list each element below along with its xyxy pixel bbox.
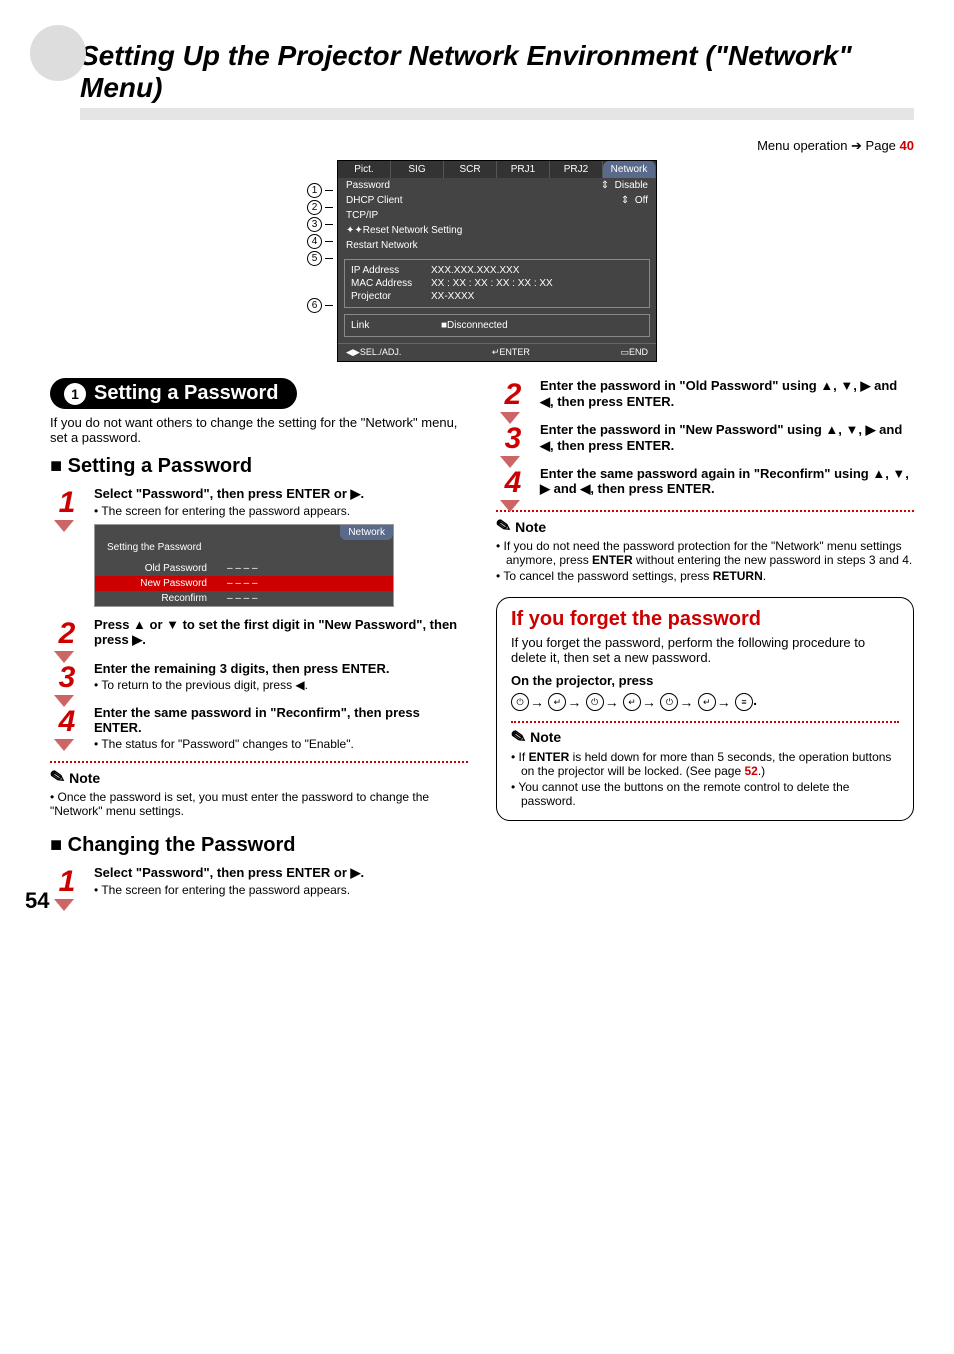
fnote-b2: You cannot use the buttons on the remote… [518,780,849,808]
row-tcpip: TCP/IP [346,210,378,221]
row-password-val: Disable [615,180,648,191]
menu-operation-ref: Menu operation ➔ Page 40 [50,138,914,154]
standby-icon: ⏻ [586,693,604,711]
step1-sub: • The screen for entering the password a… [94,504,468,518]
enter-icon: ↵ [698,693,716,711]
note-body-right: • If you do not need the password protec… [496,539,914,583]
enter-icon: ↵ [623,693,641,711]
note-icon: ✎ [509,726,528,749]
subhead-setting: ■ Setting a Password [50,455,468,478]
menu-op-text: Menu operation ➔ Page [757,138,899,153]
step3-num: 3 [50,661,84,695]
info-proj-k: Projector [351,291,431,302]
section-pill: 1 Setting a Password [50,378,297,409]
row-reset: Reset Network Setting [363,225,463,236]
page-number: 54 [25,888,49,914]
section-intro: If you do not want others to change the … [50,415,468,445]
step3-title: Enter the remaining 3 digits, then press… [94,661,468,676]
pwbox-reconfirm-val: – – – – [227,593,258,604]
rstep3-title: Enter the password in "New Password" usi… [540,422,914,454]
info-mac-k: MAC Address [351,278,431,289]
cstep1-num: 1 [50,865,84,899]
info-ip-v: XXX.XXX.XXX.XXX [431,265,519,276]
step3-sub: • To return to the previous digit, press… [94,678,468,692]
row-dhcp-val: Off [635,195,648,206]
tab-pict: Pict. [338,161,391,178]
pill-text: Setting a Password [94,382,279,405]
fnote-b1: If ENTER is held down for more than 5 se… [519,750,892,778]
decorative-circle [30,25,86,81]
menu-screenshot: Pict. SIG SCR PRJ1 PRJ2 Network Password… [337,160,657,362]
note-head-left: ✎Note [50,767,468,788]
note-head-right: ✎Note [496,516,914,537]
standby-icon: ⏻ [511,693,529,711]
rstep2-title: Enter the password in "Old Password" usi… [540,378,914,410]
step4-title: Enter the same password in "Reconfirm", … [94,705,468,735]
step2-num: 2 [50,617,84,651]
title-underline [80,108,914,120]
menu-icon: ≡ [735,693,753,711]
footer-enter: ENTER [499,347,530,357]
pwbox-old: Old Password [107,563,227,574]
pwbox-reconfirm: Reconfirm [107,593,227,604]
pwbox-tab: Network [340,525,393,540]
note-icon: ✎ [494,515,513,538]
forget-seq-head: On the projector, press [511,673,899,688]
page-title: Setting Up the Projector Network Environ… [80,40,914,104]
rnote-b2: To cancel the password settings, press R… [503,569,766,583]
tab-prj2: PRJ2 [550,161,603,178]
tab-sig: SIG [391,161,444,178]
standby-icon: ⏻ [660,693,678,711]
forget-note-title: Note [530,729,561,745]
note-body-left: • Once the password is set, you must ent… [50,790,468,818]
row-password: Password [346,180,601,191]
info-proj-v: XX-XXXX [431,291,474,302]
pwbox-title: Setting the Password [95,540,393,555]
rnote-b1: If you do not need the password protecti… [504,539,913,567]
button-sequence: ⏻→ ↵→ ⏻→ ↵→ ⏻→ ↵→ ≡. [511,692,899,711]
footer-end: END [629,347,648,357]
link-k: Link [351,320,441,331]
info-ip-k: IP Address [351,265,431,276]
forget-intro: If you forget the password, perform the … [511,635,899,665]
note-title-left: Note [69,770,100,786]
note-icon: ✎ [48,766,67,789]
subhead-setting-text: Setting a Password [68,455,253,477]
row-restart: Restart Network [346,240,418,251]
footer-sel: SEL./ADJ. [360,347,402,357]
menu-op-page: 40 [900,138,914,153]
cstep1-sub: • The screen for entering the password a… [94,883,468,897]
subhead-changing-text: Changing the Password [68,834,296,856]
pwbox-new: New Password [107,578,227,589]
forget-title: If you forget the password [511,608,899,631]
tab-network: Network [603,161,656,178]
note-head-forget: ✎Note [511,727,899,748]
row-dhcp: DHCP Client [346,195,621,206]
tab-prj1: PRJ1 [497,161,550,178]
step4-num: 4 [50,705,84,751]
link-v: Disconnected [447,320,508,331]
enter-icon: ↵ [548,693,566,711]
note-title-right: Note [515,519,546,535]
forget-box: If you forget the password If you forget… [496,597,914,821]
step1-num: 1 [50,486,84,607]
rstep3-num: 3 [496,422,530,456]
info-mac-v: XX : XX : XX : XX : XX : XX [431,278,553,289]
subhead-changing: ■ Changing the Password [50,834,468,857]
rstep4-num: 4 [496,466,530,500]
circle-labels: 1 2 3 4 5 6 [307,183,337,362]
rstep4-title: Enter the same password again in "Reconf… [540,466,914,497]
forget-note-body: • If ENTER is held down for more than 5 … [511,750,899,808]
cstep1-title: Select "Password", then press ENTER or ▶… [94,865,468,881]
step4-sub: • The status for "Password" changes to "… [94,737,468,751]
pill-num: 1 [64,383,86,405]
step2-title: Press ▲ or ▼ to set the first digit in "… [94,617,468,648]
pwbox-new-val: – – – – [227,578,258,589]
step1-title: Select "Password", then press ENTER or ▶… [94,486,468,502]
tab-scr: SCR [444,161,497,178]
pwbox-old-val: – – – – [227,563,258,574]
forget-pageref: 52 [744,764,757,778]
rstep2-num: 2 [496,378,530,412]
password-screenshot: Network Setting the Password Old Passwor… [94,524,394,607]
